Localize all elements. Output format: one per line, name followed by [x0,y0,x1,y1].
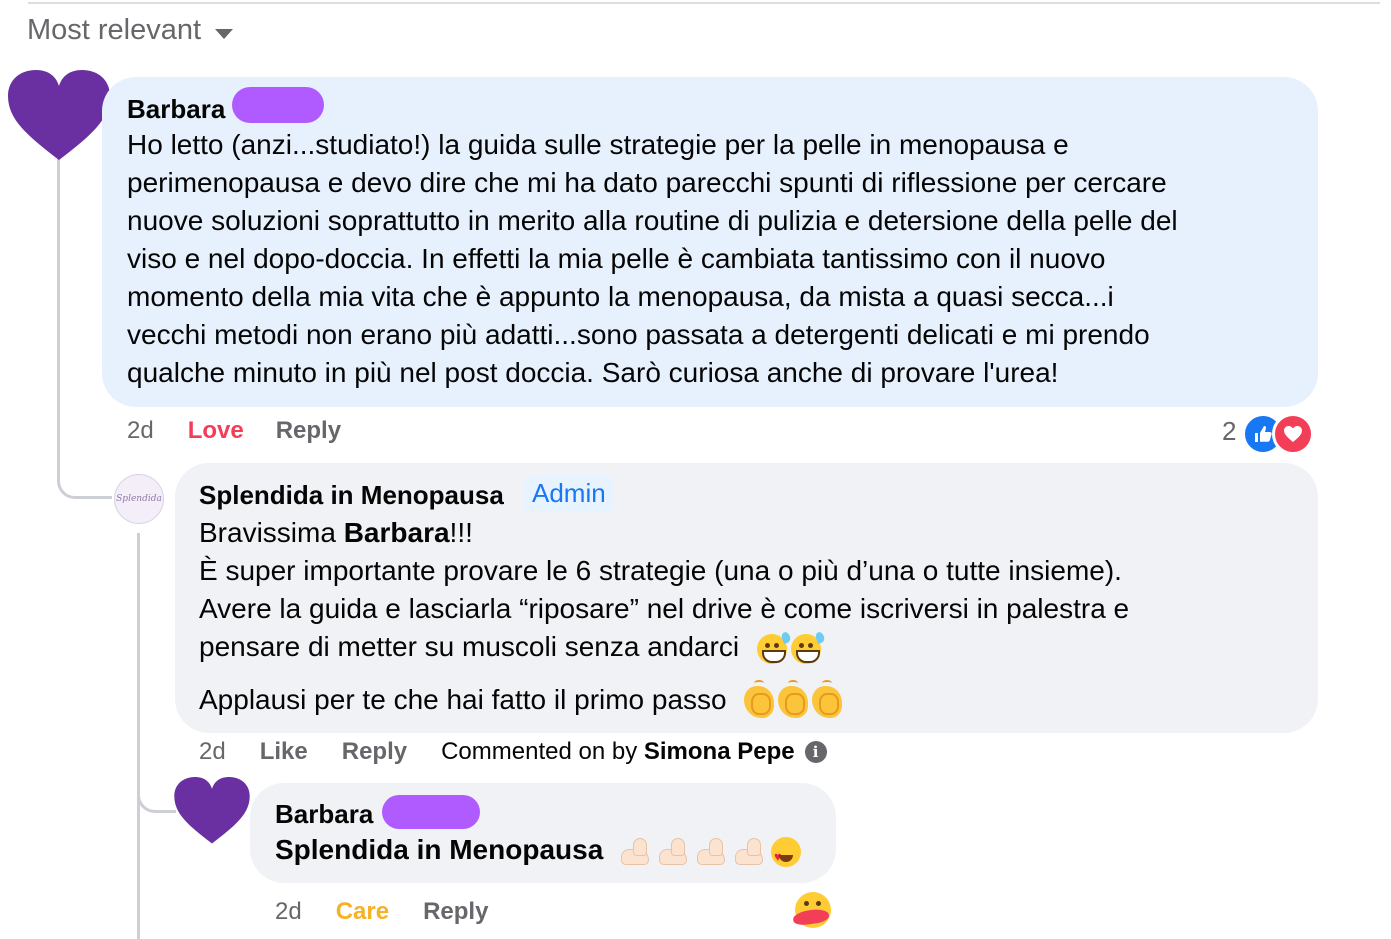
reply-button[interactable]: Reply [276,417,341,445]
heart-avatar-icon[interactable] [8,70,110,162]
redacted-surname [232,87,324,123]
thread-line-reply [137,533,140,939]
chevron-down-icon [215,28,234,39]
clapping-hands-emoji [778,679,809,718]
reaction-count[interactable]: 2 [1222,416,1236,447]
admin-badge: Admin [524,476,614,511]
timestamp[interactable]: 2d [199,738,226,766]
top-divider [28,2,1380,4]
grinning-sweat-emoji [756,630,792,664]
flexed-biceps-emoji [657,837,691,867]
thread-connector-reply2 [137,790,176,813]
clapping-hands-emoji [744,679,775,718]
thread-line-main [57,150,60,480]
comment-author[interactable]: Barbara [127,94,225,125]
page-avatar[interactable]: Splendida [114,474,164,524]
heart-eyes-emoji [771,836,802,876]
comment-text: Ho letto (anzi...studiato!) la guida sul… [127,129,1178,388]
care-reaction-icon[interactable] [795,892,831,928]
mention-link[interactable]: Splendida in Menopausa [275,834,603,865]
flexed-biceps-emoji [695,837,729,867]
thread-connector-reply1 [57,470,112,499]
sort-dropdown[interactable]: Most relevant [27,14,234,47]
like-button[interactable]: Like [260,738,308,766]
care-reaction-button[interactable]: Care [336,898,389,926]
love-reaction-icon[interactable] [1272,413,1314,455]
nested-reply-meta: 2d Care Reply [275,898,488,926]
flexed-biceps-emoji [733,837,767,867]
timestamp[interactable]: 2d [275,898,302,926]
reply-button[interactable]: Reply [423,898,488,926]
love-reaction-button[interactable]: Love [188,417,244,445]
clapping-hands-emoji [812,679,843,718]
timestamp[interactable]: 2d [127,417,154,445]
reply-text: Bravissima Barbara!!! È super importante… [199,514,1129,719]
heart-avatar-icon[interactable] [173,777,251,845]
comment-meta: 2d Love Reply [127,417,341,445]
reply-button[interactable]: Reply [342,738,407,766]
nested-reply-text: Splendida in Menopausa [275,831,802,876]
reply-meta: 2d Like Reply Commented on by Simona Pep… [199,738,827,766]
reply-author[interactable]: Splendida in Menopausa [199,480,504,511]
info-icon[interactable]: i [804,741,827,763]
commenter-name[interactable]: Simona Pepe [644,738,795,765]
grinning-sweat-emoji [790,630,826,664]
sort-label: Most relevant [27,14,202,46]
flexed-biceps-emoji [619,837,653,867]
redacted-surname [382,795,480,829]
commented-on-by: Commented on by Simona Pepe [441,738,795,765]
nested-reply-author[interactable]: Barbara [275,799,373,830]
